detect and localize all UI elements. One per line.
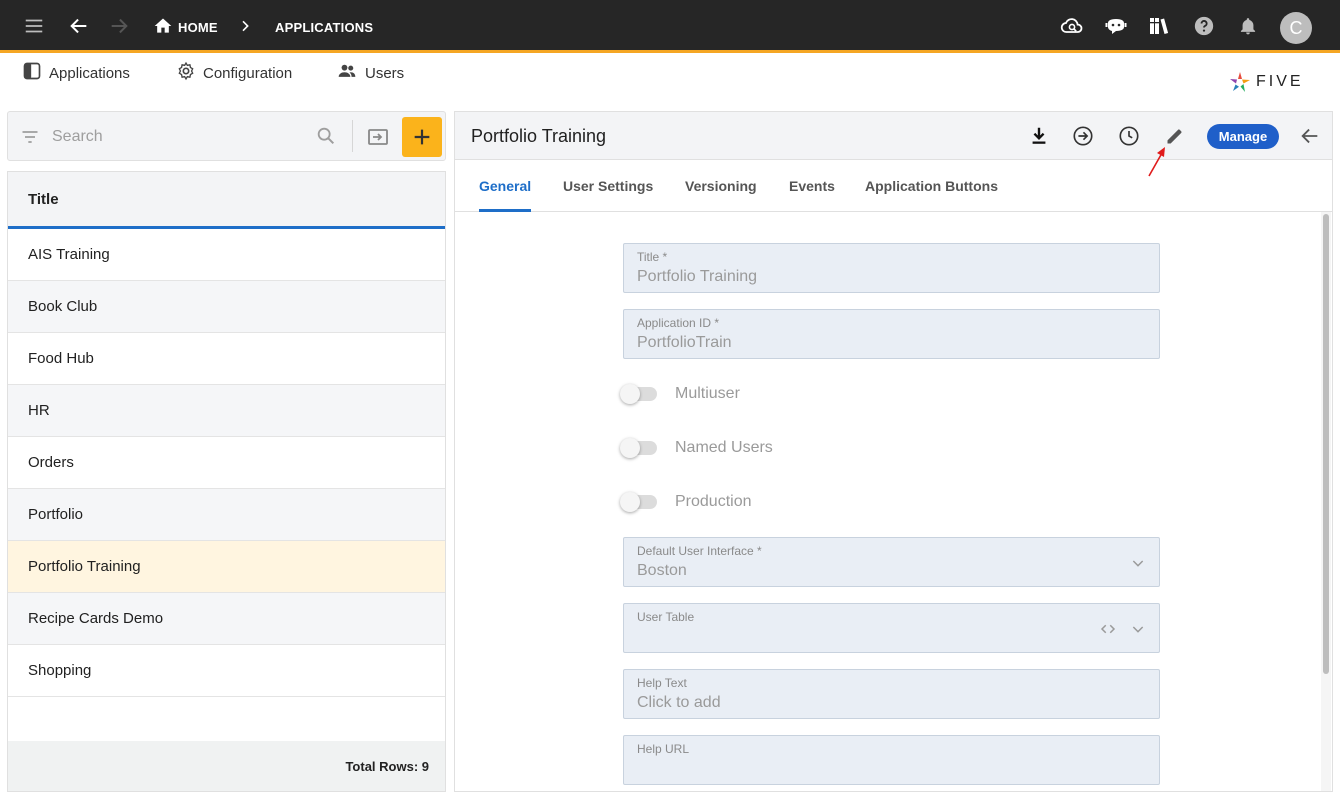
search-bar	[7, 111, 446, 161]
nav-users[interactable]: Users	[336, 62, 404, 84]
tab-general[interactable]: General	[479, 178, 531, 194]
application-id-value: PortfolioTrain	[637, 334, 732, 351]
download-icon[interactable]	[1027, 124, 1051, 148]
applications-list: Title AIS Training Book Club Food Hub HR…	[7, 171, 446, 792]
total-rows: Total Rows: 9	[8, 741, 445, 791]
home-icon[interactable]	[151, 14, 175, 38]
detail-panel: Portfolio Training Manage General User S…	[454, 111, 1333, 792]
list-item[interactable]: HR	[8, 385, 445, 437]
annotation-arrow-icon	[1148, 147, 1165, 177]
arrow-circle-right-icon[interactable]	[1071, 124, 1095, 148]
five-logo-mark-icon	[1230, 72, 1250, 92]
chat-bot-icon[interactable]	[1104, 14, 1128, 38]
tab-events[interactable]: Events	[789, 178, 835, 194]
chevron-down-icon[interactable]	[1128, 619, 1148, 639]
multiuser-toggle-row: Multiuser	[620, 382, 740, 406]
filter-icon[interactable]	[20, 127, 40, 152]
user-table-label: User Table	[637, 610, 695, 624]
named-users-toggle-row: Named Users	[620, 436, 773, 460]
default-ui-label: Default User Interface *	[637, 544, 762, 558]
named-users-label: Named Users	[675, 439, 773, 456]
manage-button[interactable]: Manage	[1207, 124, 1279, 149]
list-item[interactable]: Book Club	[8, 281, 445, 333]
multiuser-label: Multiuser	[675, 385, 740, 402]
chevron-right-icon	[233, 14, 257, 38]
nav-applications-label: Applications	[49, 64, 130, 82]
scrollbar-thumb[interactable]	[1323, 214, 1329, 674]
scrollbar[interactable]	[1321, 212, 1331, 791]
chevron-down-icon[interactable]	[1128, 553, 1148, 573]
nav-configuration[interactable]: Configuration	[176, 61, 293, 85]
tab-application-buttons[interactable]: Application Buttons	[865, 178, 998, 194]
help-url-label: Help URL	[637, 742, 690, 756]
active-tab-indicator	[479, 209, 531, 212]
list-item[interactable]: Orders	[8, 437, 445, 489]
application-panel-icon	[22, 61, 42, 85]
cloud-search-icon[interactable]	[1060, 14, 1084, 38]
user-table-select[interactable]: User Table	[623, 603, 1160, 653]
people-icon	[336, 61, 358, 85]
title-field[interactable]: Title * Portfolio Training	[623, 243, 1160, 293]
detail-title: Portfolio Training	[471, 126, 607, 146]
menu-icon[interactable]	[22, 14, 46, 38]
default-ui-value: Boston	[637, 562, 687, 579]
top-bar: HOME APPLICATIONS C	[0, 0, 1340, 53]
list-item[interactable]: Recipe Cards Demo	[8, 593, 445, 645]
gear-icon	[176, 61, 196, 85]
import-icon[interactable]	[366, 125, 390, 154]
list-item[interactable]: Portfolio	[8, 489, 445, 541]
list-item[interactable]: Food Hub	[8, 333, 445, 385]
five-logo: FIVE	[1228, 70, 1304, 94]
forward-arrow-icon[interactable]	[107, 14, 131, 38]
help-text-field[interactable]: Help Text Click to add	[623, 669, 1160, 719]
help-text-value: Click to add	[637, 694, 721, 711]
multiuser-toggle[interactable]	[620, 384, 657, 404]
production-toggle[interactable]	[620, 492, 657, 512]
toggle-knob	[620, 384, 640, 404]
plus-icon	[414, 129, 430, 145]
application-id-label: Application ID *	[637, 316, 720, 330]
default-user-interface-select[interactable]: Default User Interface * Boston	[623, 537, 1160, 587]
back-arrow-icon[interactable]	[1298, 124, 1322, 148]
five-logo-text: FIVE	[1256, 73, 1304, 90]
history-clock-icon[interactable]	[1117, 124, 1141, 148]
tab-versioning[interactable]: Versioning	[685, 178, 757, 194]
named-users-toggle[interactable]	[620, 438, 657, 458]
search-input[interactable]	[52, 125, 302, 149]
production-toggle-row: Production	[620, 490, 752, 514]
title-field-value: Portfolio Training	[637, 268, 758, 285]
nav-users-label: Users	[365, 64, 405, 82]
help-icon[interactable]	[1192, 14, 1216, 38]
toggle-knob	[620, 492, 640, 512]
title-field-label: Title *	[637, 250, 668, 264]
nav-applications[interactable]: Applications	[22, 62, 130, 84]
tab-bar: General User Settings Versioning Events …	[455, 160, 1332, 212]
library-books-icon[interactable]	[1147, 14, 1171, 38]
breadcrumb-current[interactable]: APPLICATIONS	[275, 20, 373, 35]
bell-icon[interactable]	[1236, 14, 1260, 38]
add-button[interactable]	[402, 117, 442, 157]
list-header-title[interactable]: Title	[8, 172, 445, 229]
breadcrumb-home[interactable]: HOME	[178, 20, 218, 35]
search-icon[interactable]	[315, 125, 337, 152]
divider	[352, 120, 353, 152]
list-item-selected[interactable]: Portfolio Training	[8, 541, 445, 593]
back-arrow-icon[interactable]	[67, 14, 91, 38]
nav-configuration-label: Configuration	[203, 64, 293, 82]
avatar[interactable]: C	[1280, 12, 1312, 44]
help-url-field[interactable]: Help URL	[623, 735, 1160, 785]
code-icon[interactable]	[1098, 619, 1118, 639]
list-item[interactable]: Shopping	[8, 645, 445, 697]
application-id-field[interactable]: Application ID * PortfolioTrain	[623, 309, 1160, 359]
tab-user-settings[interactable]: User Settings	[563, 178, 653, 194]
list-item[interactable]: AIS Training	[8, 229, 445, 281]
production-label: Production	[675, 493, 752, 510]
help-text-label: Help Text	[637, 676, 687, 690]
detail-header: Portfolio Training Manage	[455, 112, 1332, 160]
toggle-knob	[620, 438, 640, 458]
